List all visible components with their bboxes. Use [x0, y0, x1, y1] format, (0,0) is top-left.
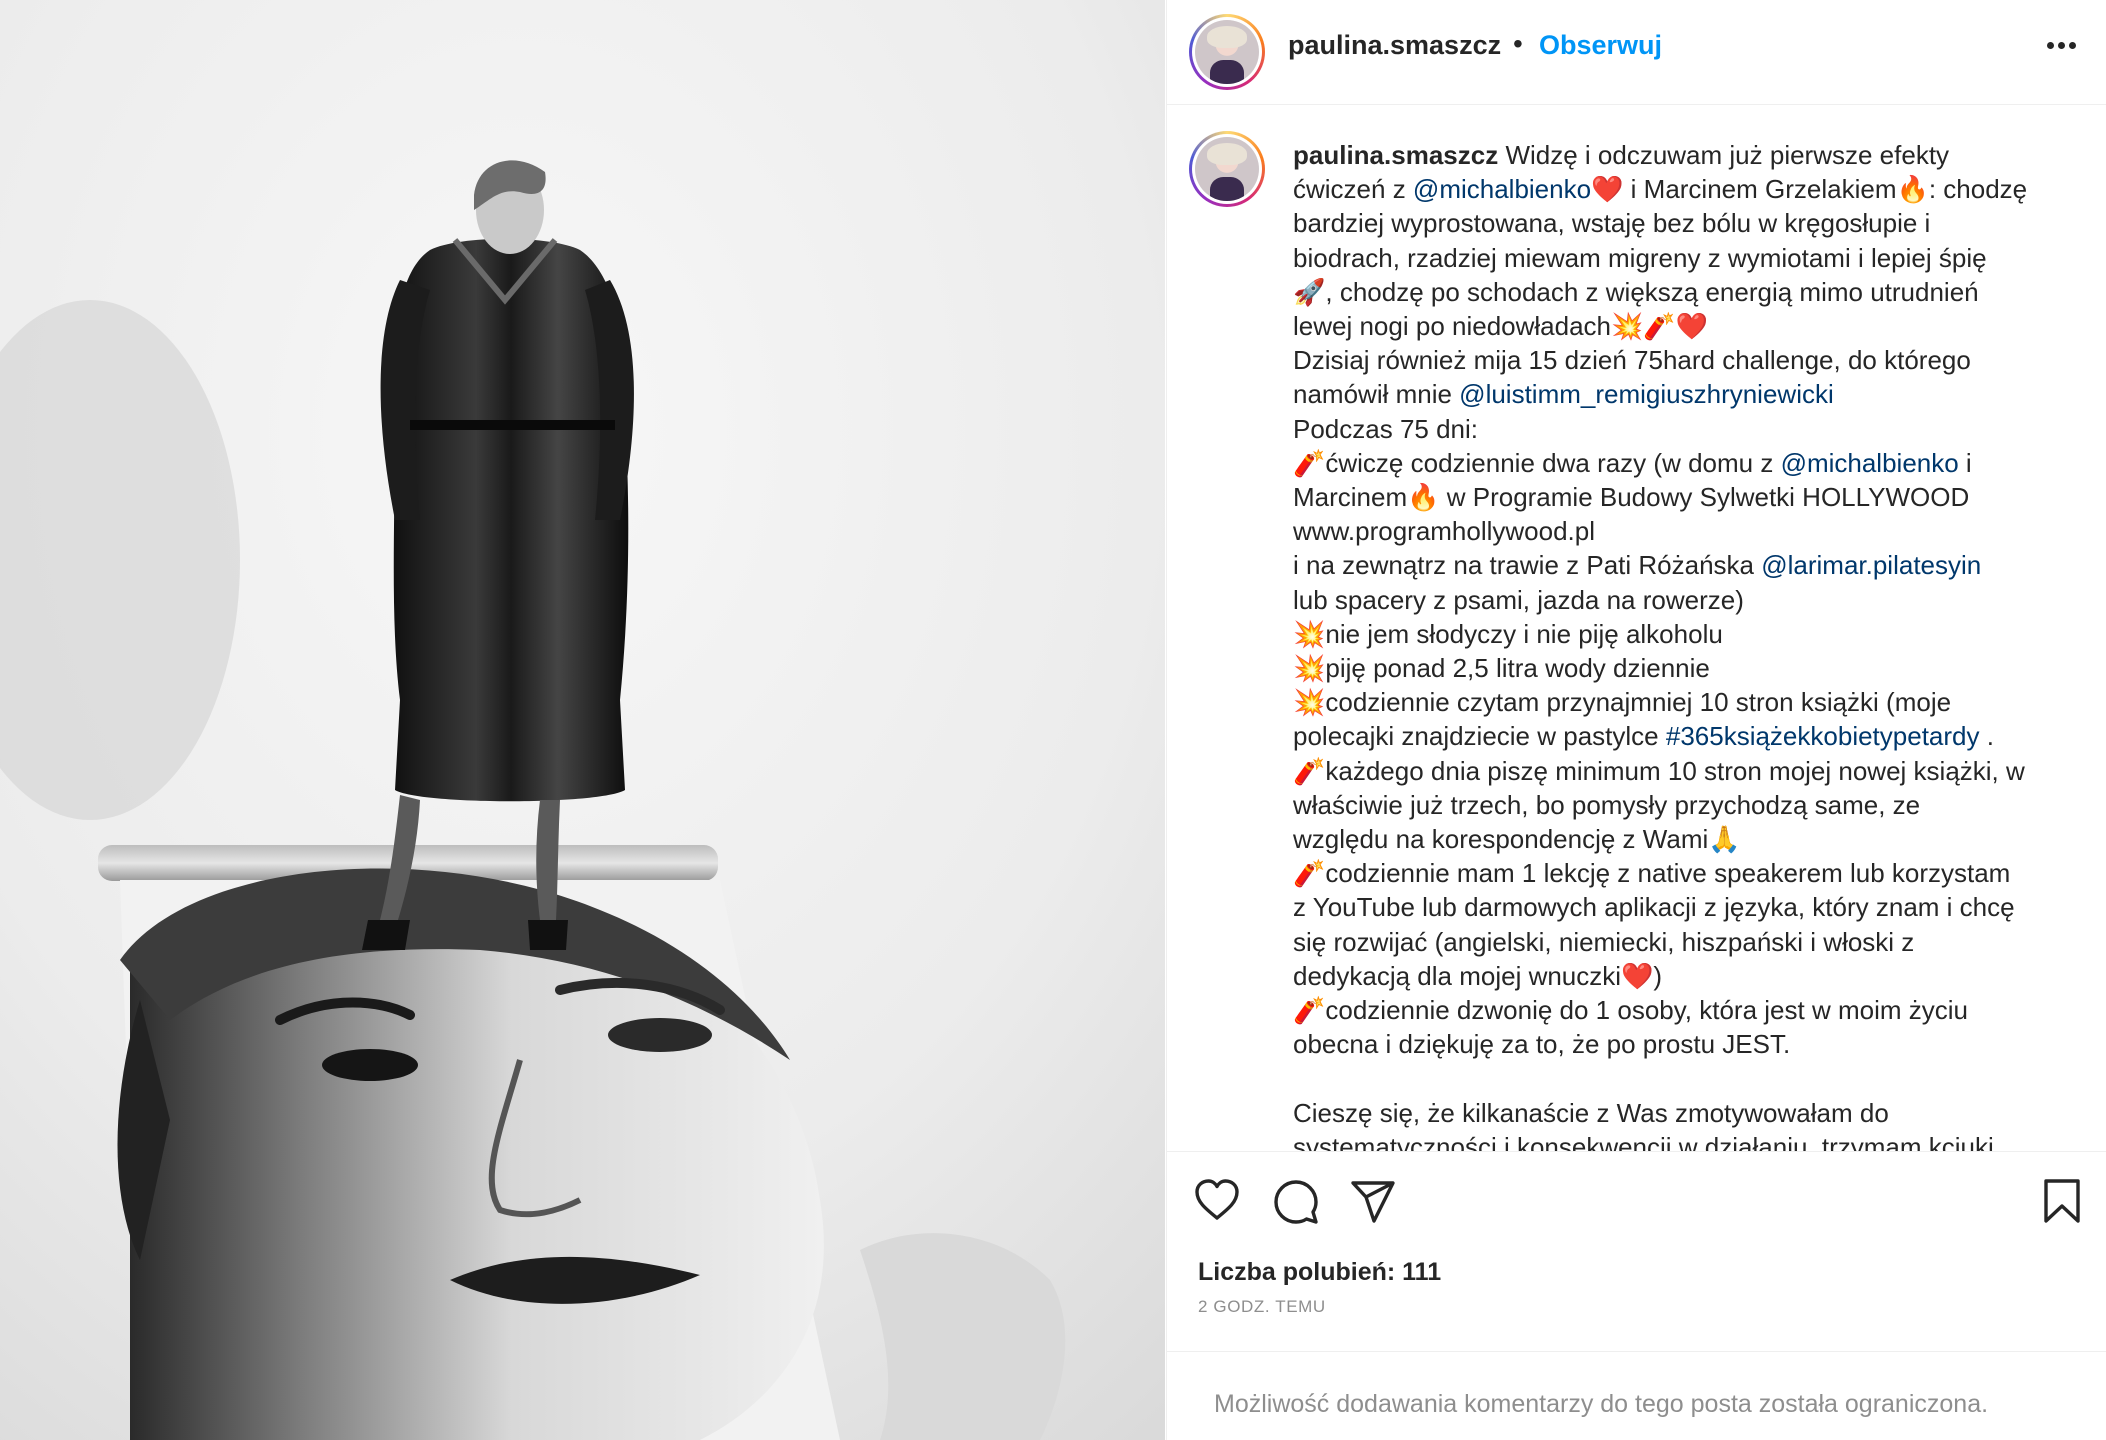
bookmark-icon[interactable] — [2043, 1178, 2081, 1224]
caption-text: ❤️ i Marcinem Grzelakiem🔥: chodzę — [1591, 174, 2028, 205]
caption-username[interactable]: paulina.smaszcz — [1293, 140, 1498, 170]
more-horizontal-icon[interactable] — [2045, 40, 2079, 52]
caption-text: lub spacery z psami, jazda na rowerze) — [1293, 584, 1744, 615]
caption-text: 💥nie jem słodyczy i nie piję alkoholu — [1293, 618, 1723, 649]
comments-restricted-message: Możliwość dodawania komentarzy do tego p… — [1214, 1390, 1989, 1418]
caption-text: Dzisiaj również mija 15 dzień 75hard cha… — [1293, 345, 1971, 376]
caption-line: i na zewnątrz na trawie z Pati Różańska … — [1293, 548, 2083, 582]
comments-restricted-notice: Możliwość dodawania komentarzy do tego p… — [1167, 1351, 2106, 1440]
caption-text: polecajki znajdziecie w pastylce — [1293, 721, 1666, 752]
caption-text: obecna i dziękuję za to, że po prostu JE… — [1293, 1029, 1791, 1060]
caption-text: względu na korespondencję z Wami🙏 — [1293, 824, 1741, 855]
post-sidebar: paulina.smaszcz • Obserwuj paulina.smasz… — [1166, 0, 2106, 1440]
caption-text: 💥piję ponad 2,5 litra wody dziennie — [1293, 653, 1710, 684]
avatar[interactable] — [1189, 14, 1265, 90]
caption-text: namówił mnie — [1293, 379, 1460, 410]
post-image — [0, 0, 1165, 1440]
caption-line: względu na korespondencję z Wami🙏 — [1293, 822, 2083, 856]
caption-text: 🧨ćwiczę codziennie dwa razy (w domu z — [1293, 447, 1781, 478]
mention-link[interactable]: @larimar.pilatesyin — [1761, 550, 1981, 580]
post-actions: Liczba polubień: 111 2 GODZ. TEMU — [1167, 1151, 2106, 1351]
caption-line — [1293, 1061, 2083, 1095]
caption-text: i — [1958, 447, 1972, 478]
avatar-image — [1195, 20, 1259, 84]
caption-line: polecajki znajdziecie w pastylce #365ksi… — [1293, 719, 2083, 753]
caption-text: z YouTube lub darmowych aplikacji z języ… — [1293, 892, 2015, 923]
caption-text: 🧨codziennie mam 1 lekcję z native speake… — [1293, 858, 2011, 889]
caption-line: Dzisiaj również mija 15 dzień 75hard cha… — [1293, 343, 2083, 377]
caption-text: Marcinem🔥 w Programie Budowy Sylwetki HO… — [1293, 482, 1970, 513]
caption-text: www.programhollywood.pl — [1293, 516, 1596, 547]
share-icon[interactable] — [1350, 1180, 1396, 1224]
caption-text: właściwie już trzech, bo pomysły przycho… — [1293, 789, 1921, 820]
caption-avatar[interactable] — [1189, 131, 1265, 207]
header-separator: • — [1513, 28, 1523, 59]
caption-text: się rozwijać (angielski, niemiecki, hisz… — [1293, 926, 1915, 957]
caption-line: paulina.smaszcz Widzę i odczuwam już pie… — [1293, 138, 2083, 172]
mention-link[interactable]: @michalbienko — [1413, 174, 1591, 204]
caption-text — [1293, 1063, 1300, 1093]
caption-text: Widzę i odczuwam już pierwsze efekty — [1505, 140, 1950, 170]
heart-icon[interactable] — [1194, 1178, 1240, 1222]
caption-line: 💥piję ponad 2,5 litra wody dziennie — [1293, 651, 2083, 685]
caption-line: Marcinem🔥 w Programie Budowy Sylwetki HO… — [1293, 480, 2083, 514]
caption-line: 🚀, chodzę po schodach z większą energią … — [1293, 275, 2083, 309]
caption-text: systematyczności i konsekwencji w działa… — [1293, 1131, 1994, 1151]
caption-line: 🧨codziennie mam 1 lekcję z native speake… — [1293, 856, 2083, 890]
caption-text: 💥codziennie czytam przynajmniej 10 stron… — [1293, 687, 1952, 718]
caption-text: 🧨codziennie dzwonię do 1 osoby, która je… — [1293, 995, 1968, 1026]
caption-area[interactable]: paulina.smaszcz Widzę i odczuwam już pie… — [1167, 106, 2106, 1151]
caption-text: dedykacją dla mojej wnuczki❤️) — [1293, 960, 1663, 991]
caption-line: lewej nogi po niedowładach💥🧨❤️ — [1293, 309, 2083, 343]
caption-line: 🧨codziennie dzwonię do 1 osoby, która je… — [1293, 993, 2083, 1027]
caption-line: ćwiczeń z @michalbienko❤️ i Marcinem Grz… — [1293, 172, 2083, 206]
caption-line: z YouTube lub darmowych aplikacji z języ… — [1293, 890, 2083, 924]
caption-line: 🧨ćwiczę codziennie dwa razy (w domu z @m… — [1293, 446, 2083, 480]
post-timestamp[interactable]: 2 GODZ. TEMU — [1198, 1297, 1326, 1317]
caption-line: dedykacją dla mojej wnuczki❤️) — [1293, 959, 2083, 993]
post-photo[interactable] — [0, 0, 1165, 1440]
caption-line: bardziej wyprostowana, wstaję bez bólu w… — [1293, 206, 2083, 240]
caption-text: i na zewnątrz na trawie z Pati Różańska — [1293, 550, 1762, 581]
mention-link[interactable]: @michalbienko — [1781, 448, 1959, 478]
caption-line: właściwie już trzech, bo pomysły przycho… — [1293, 788, 2083, 822]
hashtag-link[interactable]: #365książekkobietypetardy — [1666, 721, 1980, 751]
caption-line: Cieszę się, że kilkanaście z Was zmotywo… — [1293, 1096, 2083, 1130]
caption-line: www.programhollywood.pl — [1293, 514, 2083, 548]
caption-line: 💥codziennie czytam przynajmniej 10 stron… — [1293, 685, 2083, 719]
caption-line: lub spacery z psami, jazda na rowerze) — [1293, 583, 2083, 617]
caption-text: 🚀, chodzę po schodach z większą energią … — [1293, 276, 1979, 307]
caption-text: lewej nogi po niedowładach💥🧨❤️ — [1293, 311, 1709, 342]
caption-text: Cieszę się, że kilkanaście z Was zmotywo… — [1293, 1097, 1889, 1128]
caption-text: biodrach, rzadziej miewam migreny z wymi… — [1293, 242, 1987, 273]
caption-text: . — [1979, 721, 1994, 752]
avatar-image — [1195, 137, 1259, 201]
caption-line: Podczas 75 dni: — [1293, 412, 2083, 446]
comment-icon[interactable] — [1273, 1179, 1319, 1225]
caption-line: namówił mnie @luistimm_remigiuszhryniewi… — [1293, 377, 2083, 411]
caption-text: ćwiczeń z — [1293, 174, 1413, 205]
caption-line: systematyczności i konsekwencji w działa… — [1293, 1130, 2083, 1151]
caption-line: się rozwijać (angielski, niemiecki, hisz… — [1293, 925, 2083, 959]
caption-line: biodrach, rzadziej miewam migreny z wymi… — [1293, 241, 2083, 275]
follow-button[interactable]: Obserwuj — [1539, 30, 1662, 61]
post-caption: paulina.smaszcz Widzę i odczuwam już pie… — [1293, 138, 2083, 1151]
post-header: paulina.smaszcz • Obserwuj — [1167, 0, 2106, 105]
caption-line: obecna i dziękuję za to, że po prostu JE… — [1293, 1027, 2083, 1061]
caption-text: 🧨każdego dnia piszę minimum 10 stron moj… — [1293, 755, 2025, 786]
caption-line: 💥nie jem słodyczy i nie piję alkoholu — [1293, 617, 2083, 651]
caption-text: Podczas 75 dni: — [1293, 413, 1479, 444]
mention-link[interactable]: @luistimm_remigiuszhryniewicki — [1459, 379, 1834, 409]
likes-count[interactable]: Liczba polubień: 111 — [1198, 1258, 1441, 1287]
header-username[interactable]: paulina.smaszcz — [1288, 30, 1501, 61]
caption-line: 🧨każdego dnia piszę minimum 10 stron moj… — [1293, 754, 2083, 788]
caption-text: bardziej wyprostowana, wstaję bez bólu w… — [1293, 208, 1931, 239]
